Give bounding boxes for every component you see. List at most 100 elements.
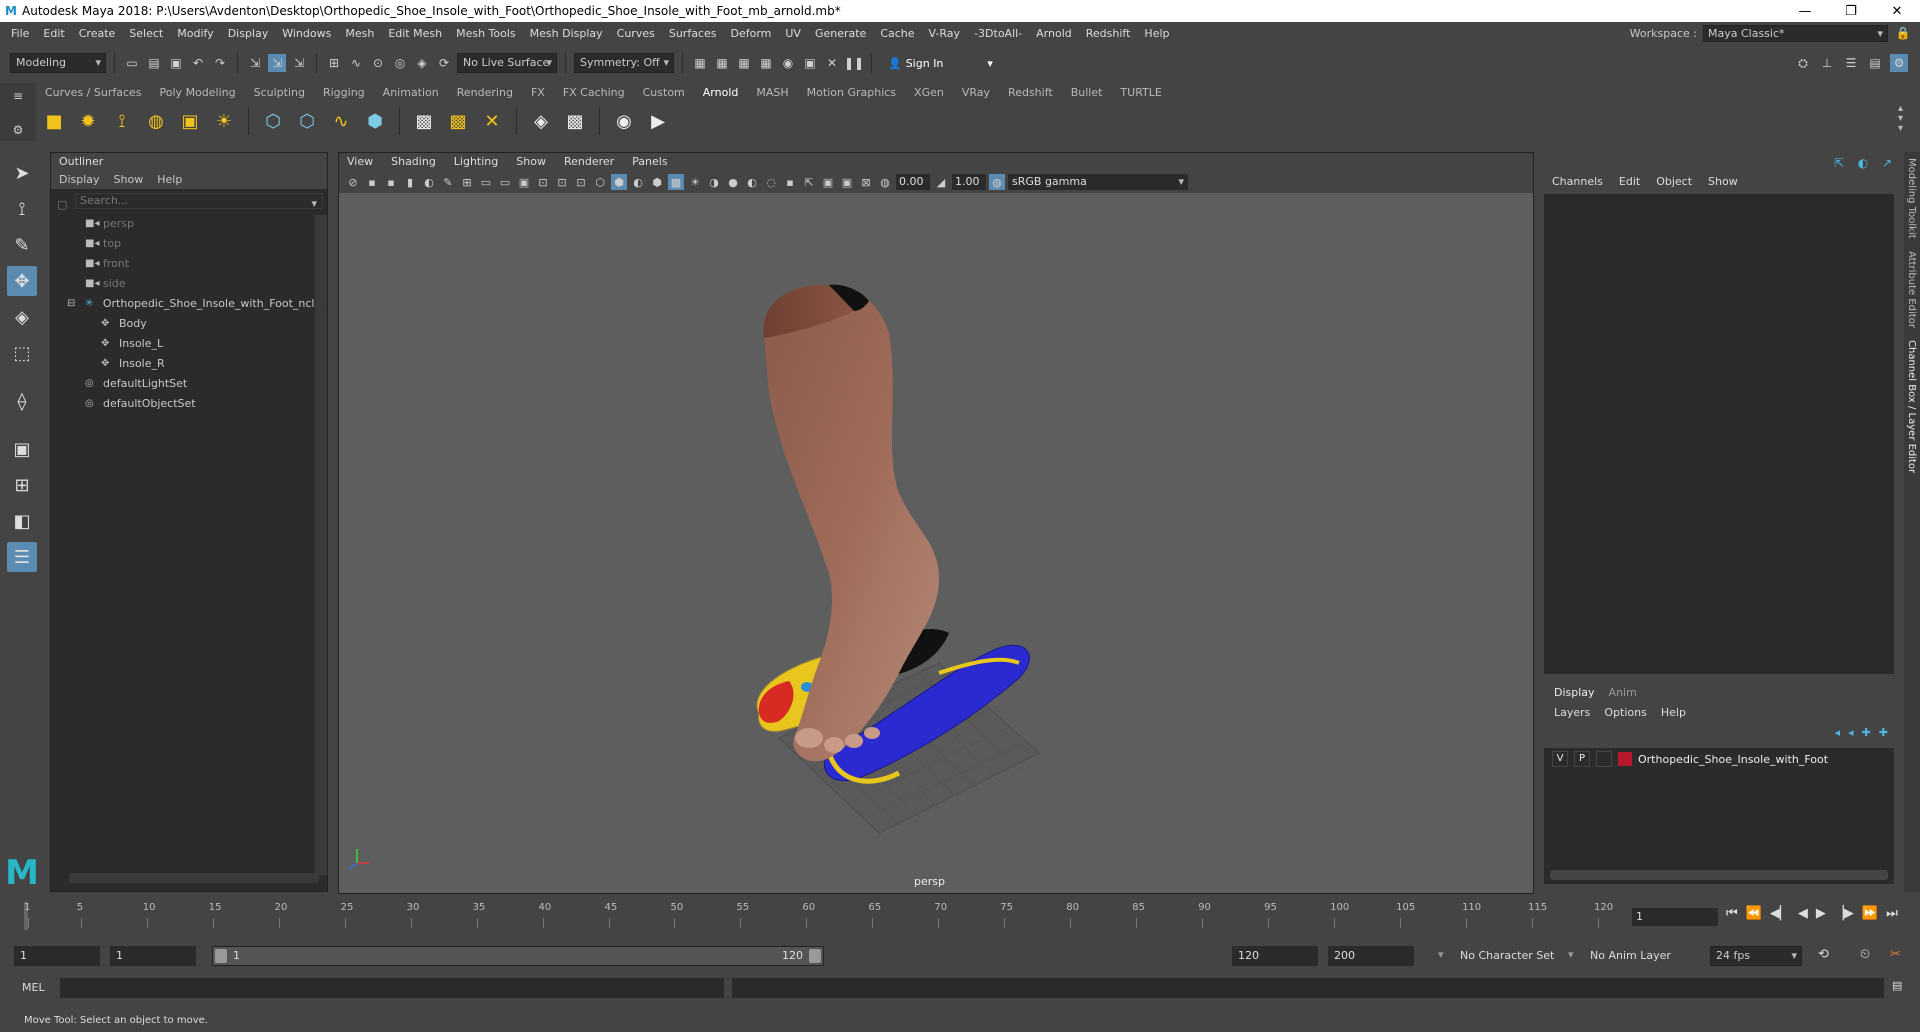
maximize-button[interactable]: ❐ — [1828, 4, 1874, 19]
wireframe-icon[interactable]: ⬡ — [592, 174, 608, 190]
shelf-tab-sculpting[interactable]: Sculpting — [245, 86, 314, 99]
shelf-tab-fx-caching[interactable]: FX Caching — [554, 86, 634, 99]
menu-vray[interactable]: V-Ray — [922, 27, 968, 40]
channels-menu-object[interactable]: Object — [1656, 172, 1692, 192]
anim-layer-arrow-icon[interactable]: ▾ — [1568, 948, 1574, 961]
outliner-horizontal-scrollbar[interactable] — [69, 873, 319, 883]
textured-icon[interactable]: ▩ — [668, 174, 684, 190]
menu-set-select[interactable]: Modeling — [10, 53, 106, 73]
viewport-menu-shading[interactable]: Shading — [391, 153, 436, 171]
grease-pencil-icon[interactable]: ✎ — [440, 174, 456, 190]
search-dropdown-icon[interactable]: ▾ — [311, 197, 317, 210]
pause-icon[interactable]: ❚❚ — [844, 54, 864, 72]
area-light-icon[interactable]: ■ — [40, 107, 68, 135]
attribute-editor-icon[interactable]: ⊥ — [1818, 54, 1836, 72]
snap-together-icon[interactable]: ✕ — [823, 54, 841, 72]
play-backwards-icon[interactable]: ◀ — [1798, 906, 1808, 921]
light-portal-icon[interactable]: ▣ — [176, 107, 204, 135]
outliner-vertical-scrollbar[interactable] — [315, 215, 327, 875]
view-transform-select[interactable]: sRGB gamma — [1008, 174, 1188, 190]
shadows-icon[interactable]: ◑ — [706, 174, 722, 190]
outliner-item-insole-l[interactable]: ✥ Insole_L — [51, 333, 327, 353]
go-to-end-icon[interactable]: ⏭ — [1886, 906, 1898, 921]
tool-settings-icon[interactable]: ☰ — [1842, 54, 1860, 72]
outliner-menu-help[interactable]: Help — [157, 171, 182, 189]
shelf-tab-rendering[interactable]: Rendering — [448, 86, 522, 99]
select-hierarchy-icon[interactable]: ⇲ — [246, 54, 264, 72]
symmetry-select[interactable]: Symmetry: Off — [574, 53, 674, 73]
animation-start-field[interactable]: 1 — [14, 946, 100, 966]
shelf-tab-arnold[interactable]: Arnold — [694, 86, 748, 99]
physical-sky-icon[interactable]: ☀ — [210, 107, 238, 135]
workspace-select[interactable]: Maya Classic* — [1703, 24, 1888, 42]
image-plane-icon[interactable]: ▮ — [402, 174, 418, 190]
step-forward-frame-icon[interactable]: ▕▶ — [1834, 906, 1854, 921]
undo-icon[interactable]: ↶ — [189, 54, 207, 72]
layer-menu-layers[interactable]: Layers — [1554, 706, 1590, 719]
texture-manager-icon[interactable]: ◈ — [527, 107, 555, 135]
step-back-frame-icon[interactable]: ◀▏ — [1770, 906, 1790, 921]
isolate-select-icon[interactable]: ⇱ — [801, 174, 817, 190]
select-tool-icon[interactable]: ➤ — [7, 158, 37, 188]
two-view-layout-icon[interactable]: ◧ — [7, 506, 37, 536]
menu-mesh-display[interactable]: Mesh Display — [523, 27, 610, 40]
outliner-item-insole-r[interactable]: ✥ Insole_R — [51, 353, 327, 373]
side-tab-modeling-toolkit[interactable]: Modeling Toolkit — [1904, 152, 1919, 245]
snap-surface-icon[interactable]: ◈ — [413, 54, 431, 72]
render-view-icon-shelf[interactable]: ◉ — [610, 107, 638, 135]
menu-redshift[interactable]: Redshift — [1079, 27, 1138, 40]
snap-view-icon[interactable]: ◎ — [391, 54, 409, 72]
character-set-select[interactable]: No Character Set — [1460, 949, 1554, 962]
display-layer-row[interactable]: V P Orthopedic_Shoe_Insole_with_Foot — [1544, 748, 1894, 770]
select-component-icon[interactable]: ⇲ — [290, 54, 308, 72]
resolution-gate-icon[interactable]: ▭ — [497, 174, 513, 190]
animation-end-field[interactable]: 200 — [1328, 946, 1414, 966]
panel-layout-icon[interactable]: ⚙ — [1890, 54, 1908, 72]
wireframe-on-shaded-icon[interactable]: ⬢ — [649, 174, 665, 190]
snap-point-icon[interactable]: ⊙ — [369, 54, 387, 72]
multisample-aa-icon[interactable]: ◌ — [763, 174, 779, 190]
paint-select-icon[interactable]: ✎ — [7, 230, 37, 260]
viewport-menu-lighting[interactable]: Lighting — [454, 153, 498, 171]
scene-view[interactable] — [339, 193, 1533, 893]
outliner-item-persp[interactable]: ■◂ persp — [51, 213, 327, 233]
new-layer-selected-icon[interactable]: ✚ — [1879, 726, 1888, 739]
xray-icon[interactable]: ▣ — [820, 174, 836, 190]
use-all-lights-icon[interactable]: ☀ — [687, 174, 703, 190]
layer-tab-display[interactable]: Display — [1554, 686, 1595, 699]
camera-attributes-icon[interactable]: ▪ — [364, 174, 380, 190]
layer-horizontal-scrollbar[interactable] — [1550, 870, 1888, 880]
move-tool-icon[interactable]: ✥ — [7, 266, 37, 296]
viewport-menu-panels[interactable]: Panels — [632, 153, 667, 171]
menu-arnold[interactable]: Arnold — [1029, 27, 1079, 40]
edit-icon[interactable]: ↗ — [1878, 154, 1896, 172]
viewport-menu-show[interactable]: Show — [516, 153, 546, 171]
grid-icon[interactable]: ⊞ — [459, 174, 475, 190]
viewport-menu-renderer[interactable]: Renderer — [564, 153, 614, 171]
channels-menu-show[interactable]: Show — [1708, 172, 1738, 192]
shelf-tab-rigging[interactable]: Rigging — [314, 86, 374, 99]
gate-mask-icon[interactable]: ▣ — [516, 174, 532, 190]
gamma-icon[interactable]: ◢ — [933, 174, 949, 190]
layer-type-toggle[interactable] — [1596, 751, 1612, 767]
menu-modify[interactable]: Modify — [170, 27, 220, 40]
arnold-render-icon[interactable]: ▣ — [801, 54, 819, 72]
menu-deform[interactable]: Deform — [723, 27, 778, 40]
photometric-light-icon[interactable]: ⟟ — [108, 107, 136, 135]
new-scene-icon[interactable]: ▭ — [123, 54, 141, 72]
gamma-field[interactable]: 1.00 — [952, 174, 986, 190]
menu-generate[interactable]: Generate — [808, 27, 873, 40]
layer-tab-anim[interactable]: Anim — [1609, 686, 1637, 699]
current-frame-field[interactable]: 1 — [1632, 908, 1718, 926]
playback-end-field[interactable]: 120 — [1232, 946, 1318, 966]
four-view-layout-icon[interactable]: ⊞ — [7, 470, 37, 500]
shelf-tab-curves-surfaces[interactable]: Curves / Surfaces — [36, 86, 151, 99]
export-standin-icon[interactable]: ⬡ — [293, 107, 321, 135]
animation-preferences-icon[interactable]: ✂ — [1890, 947, 1901, 962]
save-scene-icon[interactable]: ▣ — [167, 54, 185, 72]
side-tab-attribute-editor[interactable]: Attribute Editor — [1904, 245, 1919, 334]
flush-texture-icon[interactable]: ▩ — [410, 107, 438, 135]
layer-color-swatch[interactable] — [1618, 752, 1632, 766]
time-slider[interactable]: 1 5 10 15 20 25 30 35 40 45 50 55 60 65 70 75 80 85 90 95 10… — [20, 900, 1620, 934]
redo-icon[interactable]: ↷ — [211, 54, 229, 72]
